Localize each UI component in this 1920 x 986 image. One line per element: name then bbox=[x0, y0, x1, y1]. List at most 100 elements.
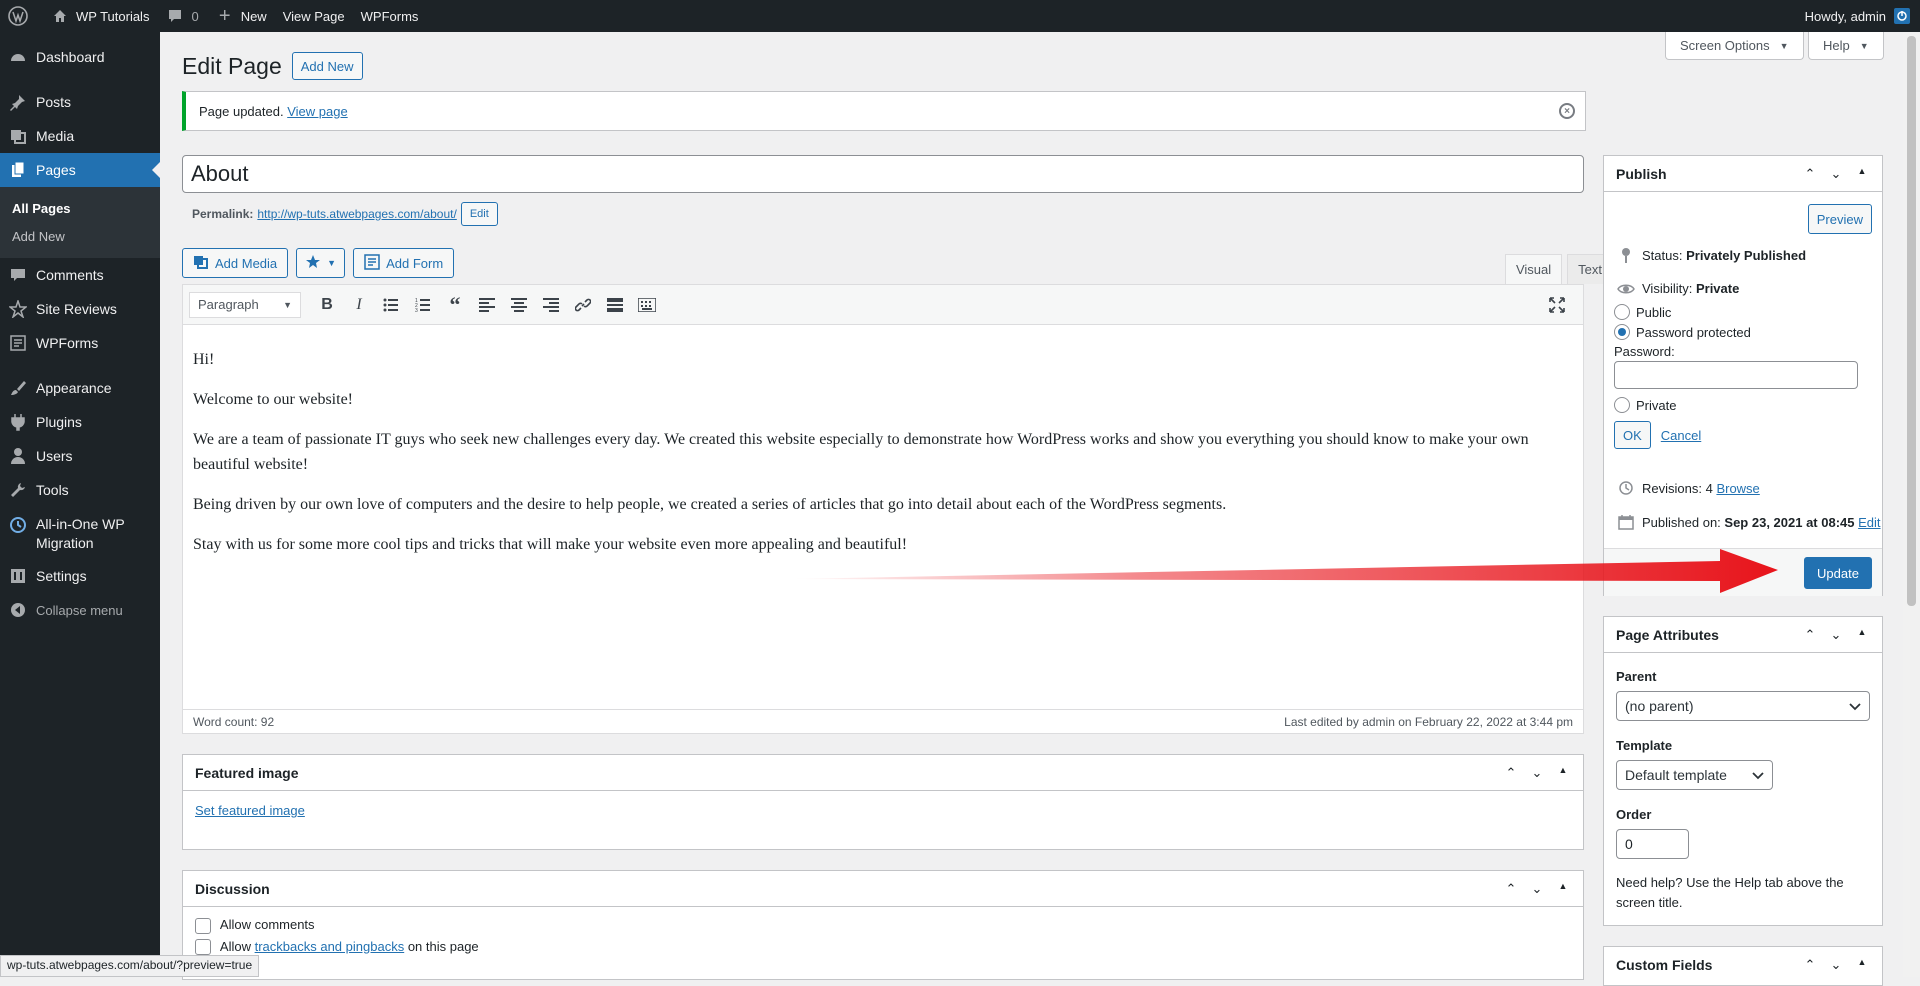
align-left-button[interactable] bbox=[471, 290, 503, 320]
box-title: Featured image bbox=[195, 764, 299, 781]
move-down-icon[interactable]: ⌄ bbox=[1828, 957, 1844, 973]
sidebar-item-users[interactable]: Users bbox=[0, 439, 160, 473]
move-up-icon[interactable]: ⌃ bbox=[1802, 166, 1818, 182]
parent-select[interactable]: (no parent) bbox=[1616, 691, 1870, 721]
move-up-icon[interactable]: ⌃ bbox=[1802, 627, 1818, 643]
sidebar-item-posts[interactable]: Posts bbox=[0, 85, 160, 119]
move-down-icon[interactable]: ⌄ bbox=[1828, 627, 1844, 643]
dismiss-icon[interactable]: × bbox=[1559, 103, 1575, 119]
public-radio[interactable] bbox=[1614, 304, 1630, 320]
format-select[interactable]: Paragraph ▼ bbox=[189, 291, 301, 318]
preview-button[interactable]: Preview bbox=[1807, 204, 1872, 234]
read-more-button[interactable] bbox=[599, 290, 631, 320]
visibility-password-option[interactable]: Password protected bbox=[1614, 324, 1751, 340]
browse-revisions-link[interactable]: Browse bbox=[1716, 481, 1759, 496]
update-button[interactable]: Update bbox=[1804, 557, 1872, 589]
bulleted-list-button[interactable] bbox=[375, 290, 407, 320]
password-label: Password: bbox=[1614, 344, 1675, 359]
add-new-button[interactable]: Add New bbox=[291, 52, 363, 80]
custom-fields-header[interactable]: Custom Fields ⌃ ⌄ ▲ bbox=[1604, 947, 1882, 983]
site-reviews-shortcode-button[interactable]: ▼ bbox=[296, 248, 346, 278]
ok-button[interactable]: OK bbox=[1614, 421, 1651, 449]
comments-link[interactable]: 0 bbox=[157, 0, 206, 32]
visibility-public-option[interactable]: Public bbox=[1614, 304, 1671, 320]
move-up-icon[interactable]: ⌃ bbox=[1802, 957, 1818, 973]
sidebar-item-wpforms[interactable]: WPForms bbox=[0, 326, 160, 360]
help-button[interactable]: Help ▼ bbox=[1808, 32, 1884, 60]
page-scrollbar[interactable] bbox=[1903, 32, 1920, 977]
move-up-icon[interactable]: ⌃ bbox=[1503, 881, 1519, 897]
view-page-link[interactable]: View page bbox=[287, 104, 347, 119]
permalink-url[interactable]: http://wp-tuts.atwebpages.com/about/ bbox=[257, 207, 456, 221]
template-select[interactable]: Default template bbox=[1616, 760, 1773, 790]
page-attributes-header[interactable]: Page Attributes ⌃ ⌄ ▲ bbox=[1604, 617, 1882, 653]
allow-pings-checkbox[interactable] bbox=[195, 939, 211, 956]
wp-logo-button[interactable] bbox=[0, 0, 42, 32]
bold-button[interactable]: B bbox=[311, 290, 343, 320]
permalink-edit-button[interactable]: Edit bbox=[460, 202, 498, 226]
toggle-panel-icon[interactable]: ▲ bbox=[1854, 957, 1870, 973]
calendar-icon bbox=[1616, 514, 1636, 530]
collapse-menu-button[interactable]: Collapse menu bbox=[0, 593, 160, 627]
new-content-link[interactable]: + New bbox=[207, 0, 275, 32]
sidebar-item-site-reviews[interactable]: Site Reviews bbox=[0, 292, 160, 326]
move-down-icon[interactable]: ⌄ bbox=[1529, 765, 1545, 781]
password-protected-label: Password protected bbox=[1636, 324, 1751, 340]
italic-button[interactable]: I bbox=[343, 290, 375, 320]
visibility-private-option[interactable]: Private bbox=[1614, 397, 1676, 413]
fullscreen-button[interactable] bbox=[1541, 290, 1573, 320]
sidebar-item-dashboard[interactable]: Dashboard bbox=[0, 40, 160, 74]
order-input[interactable]: 0 bbox=[1616, 829, 1689, 859]
toggle-panel-icon[interactable]: ▲ bbox=[1854, 166, 1870, 182]
align-right-button[interactable] bbox=[535, 290, 567, 320]
box-title: Custom Fields bbox=[1616, 957, 1713, 973]
trackbacks-link[interactable]: trackbacks and pingbacks bbox=[255, 939, 405, 954]
sidebar-item-all-in-one-wp-migration[interactable]: All-in-One WP Migration bbox=[0, 507, 160, 559]
submenu-all-pages[interactable]: All Pages bbox=[0, 194, 160, 222]
toggle-panel-icon[interactable]: ▲ bbox=[1555, 881, 1571, 897]
site-name-link[interactable]: WP Tutorials bbox=[42, 0, 157, 32]
scrollbar-thumb[interactable] bbox=[1907, 36, 1916, 606]
post-title-input[interactable]: About bbox=[182, 155, 1584, 193]
tab-visual[interactable]: Visual bbox=[1504, 254, 1563, 284]
set-featured-image-link[interactable]: Set featured image bbox=[195, 803, 305, 818]
sidebar-item-appearance[interactable]: Appearance bbox=[0, 371, 160, 405]
align-center-button[interactable] bbox=[503, 290, 535, 320]
password-input[interactable] bbox=[1614, 361, 1858, 389]
toggle-panel-icon[interactable]: ▲ bbox=[1555, 765, 1571, 781]
private-radio[interactable] bbox=[1614, 397, 1630, 413]
blockquote-button[interactable]: “ bbox=[439, 290, 471, 320]
featured-image-header[interactable]: Featured image ⌃ ⌄ ▲ bbox=[183, 755, 1583, 791]
move-down-icon[interactable]: ⌄ bbox=[1529, 881, 1545, 897]
publish-header[interactable]: Publish ⌃ ⌄ ▲ bbox=[1604, 156, 1882, 192]
published-edit-link[interactable]: Edit bbox=[1858, 515, 1880, 530]
sidebar-item-settings[interactable]: Settings bbox=[0, 559, 160, 593]
sidebar-item-comments[interactable]: Comments bbox=[0, 258, 160, 292]
numbered-list-button[interactable]: 123 bbox=[407, 290, 439, 320]
account-menu[interactable]: Howdy, admin bbox=[1797, 0, 1920, 32]
toolbar-toggle-button[interactable] bbox=[631, 290, 663, 320]
insert-link-button[interactable] bbox=[567, 290, 599, 320]
sidebar-item-tools[interactable]: Tools bbox=[0, 473, 160, 507]
view-page-link[interactable]: View Page bbox=[275, 0, 353, 32]
plug-icon bbox=[8, 412, 28, 432]
cancel-link[interactable]: Cancel bbox=[1661, 428, 1701, 443]
howdy-text: Howdy, admin bbox=[1804, 8, 1886, 24]
move-up-icon[interactable]: ⌃ bbox=[1503, 765, 1519, 781]
screen-options-button[interactable]: Screen Options ▼ bbox=[1665, 32, 1804, 60]
caret-down-icon: ▼ bbox=[1779, 40, 1789, 51]
move-down-icon[interactable]: ⌄ bbox=[1828, 166, 1844, 182]
discussion-header[interactable]: Discussion ⌃ ⌄ ▲ bbox=[183, 871, 1583, 907]
sidebar-item-pages[interactable]: Pages bbox=[0, 153, 160, 187]
add-form-button[interactable]: Add Form bbox=[353, 248, 455, 278]
toggle-panel-icon[interactable]: ▲ bbox=[1854, 627, 1870, 643]
sidebar-item-plugins[interactable]: Plugins bbox=[0, 405, 160, 439]
help-label: Help bbox=[1823, 38, 1850, 53]
allow-comments-checkbox[interactable] bbox=[195, 917, 211, 934]
wpforms-link[interactable]: WPForms bbox=[353, 0, 427, 32]
sidebar-item-media[interactable]: Media bbox=[0, 119, 160, 153]
annotation-arrow-icon bbox=[790, 549, 1778, 593]
submenu-add-new[interactable]: Add New bbox=[0, 222, 160, 250]
password-radio[interactable] bbox=[1614, 324, 1630, 340]
add-media-button[interactable]: Add Media bbox=[182, 248, 289, 278]
